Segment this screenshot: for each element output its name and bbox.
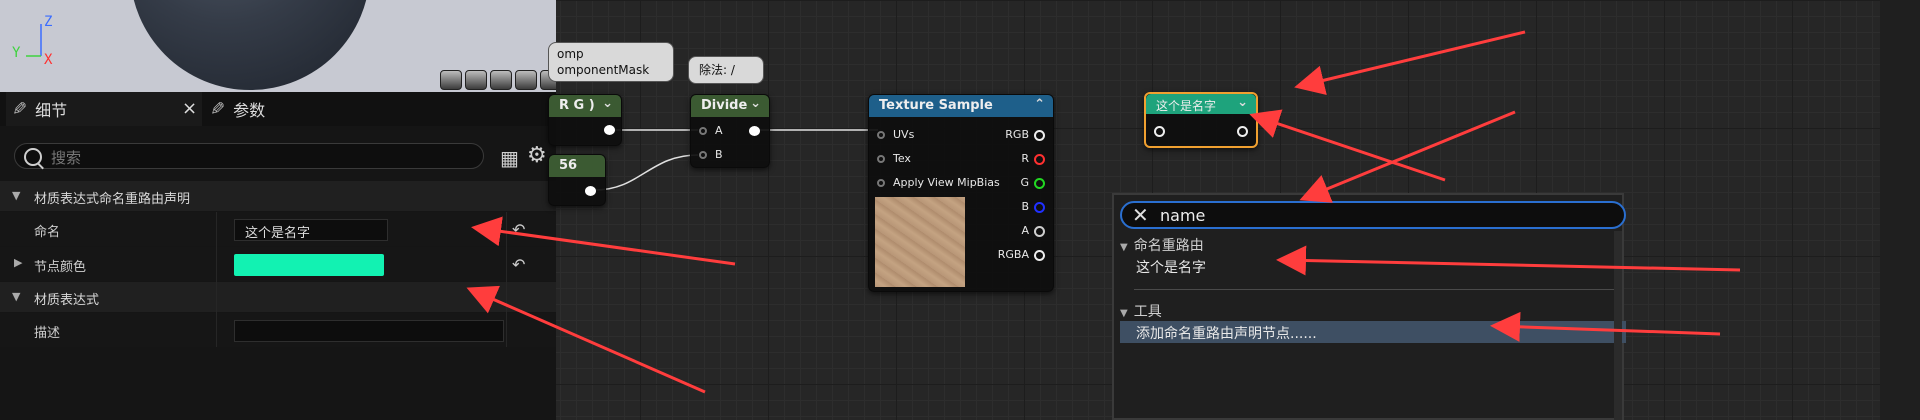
divide-node[interactable]: Divide ⌄ A B	[690, 94, 770, 168]
collapse-arrow-icon: ▼	[1120, 242, 1128, 253]
output-pin-g[interactable]	[1034, 178, 1045, 189]
pin-label: A	[715, 124, 723, 137]
comment-text: omp	[557, 47, 584, 61]
node-header: 56	[549, 155, 605, 177]
comment-text: omponentMask	[557, 63, 650, 77]
chevron-down-icon[interactable]: ⌄	[1237, 95, 1248, 110]
node-title: Texture Sample	[879, 98, 993, 113]
output-pin-r[interactable]	[1034, 154, 1045, 165]
output-pin-b[interactable]	[1034, 202, 1045, 213]
input-pin-mipbias[interactable]	[877, 179, 885, 187]
popup-scrollbar[interactable]	[1614, 231, 1622, 420]
texture-sample-node[interactable]: Texture Sample ⌃ UVs Tex Apply View MipB…	[868, 94, 1054, 292]
item-label: 这个是名字	[1136, 260, 1206, 276]
input-pin-a[interactable]	[699, 127, 707, 135]
pin-label: UVs	[893, 128, 915, 141]
collapse-arrow-icon: ▼	[1120, 308, 1128, 319]
popup-divider	[1134, 289, 1614, 290]
input-pin-b[interactable]	[699, 151, 707, 159]
output-pin[interactable]	[1237, 126, 1248, 137]
collapse-icon[interactable]: ⌃	[1034, 97, 1045, 112]
component-mask-comment[interactable]: omp omponentMask	[548, 42, 674, 82]
search-query-text: name	[1160, 206, 1206, 225]
input-pin-uvs[interactable]	[877, 131, 885, 139]
pin-label: Apply View MipBias	[893, 176, 1000, 189]
output-pin-rgba[interactable]	[1034, 250, 1045, 261]
node-title: Divide	[701, 98, 748, 113]
node-title: 这个是名字	[1156, 99, 1217, 113]
named-reroute-node[interactable]: 这个是名字 ⌄	[1144, 92, 1258, 148]
node-title: R G )	[559, 98, 595, 113]
node-header: 这个是名字 ⌄	[1146, 94, 1256, 114]
output-pin-rgb[interactable]	[1034, 130, 1045, 141]
node-header: Divide ⌄	[691, 95, 769, 117]
clear-search-icon[interactable]: ✕	[1132, 203, 1149, 227]
chevron-down-icon[interactable]: ⌄	[602, 96, 613, 111]
pin-label: G	[1020, 176, 1029, 189]
pin-label: Tex	[893, 152, 911, 165]
constant-node[interactable]: 56	[548, 154, 606, 206]
input-pin[interactable]	[1154, 126, 1165, 137]
popup-category-tools[interactable]: ▼ 工具	[1120, 301, 1162, 321]
texture-thumbnail	[875, 197, 965, 287]
pin-label: A	[1021, 224, 1029, 237]
node-search-popup: ✕ name ▼ 命名重路由 这个是名字 ▼ 工具 添加命名重路由声明节点.....…	[1112, 193, 1626, 420]
component-mask-node[interactable]: R G ) ⌄	[548, 94, 622, 146]
pin-label: RGB	[1005, 128, 1029, 141]
pin-label: B	[1021, 200, 1029, 213]
node-header: R G ) ⌄	[549, 95, 621, 117]
input-pin-tex[interactable]	[877, 155, 885, 163]
category-label: 工具	[1133, 304, 1162, 320]
popup-item-add-named-reroute[interactable]: 添加命名重路由声明节点......	[1120, 321, 1626, 343]
pin-label: B	[715, 148, 723, 161]
chevron-down-icon[interactable]: ⌄	[750, 96, 761, 111]
item-label: 添加命名重路由声明节点......	[1136, 326, 1317, 342]
category-label: 命名重路由	[1133, 238, 1204, 254]
divide-comment[interactable]: 除法: /	[688, 56, 764, 84]
node-search-input[interactable]: ✕ name	[1120, 201, 1626, 229]
popup-item-named-reroute[interactable]: 这个是名字	[1120, 255, 1626, 277]
node-title: 56	[559, 158, 578, 173]
popup-category-named-reroute[interactable]: ▼ 命名重路由	[1120, 235, 1204, 255]
output-pin[interactable]	[749, 126, 760, 136]
comment-text: 除法: /	[699, 63, 735, 77]
node-header: Texture Sample ⌃	[869, 95, 1053, 117]
output-pin-a[interactable]	[1034, 226, 1045, 237]
pin-label: R	[1021, 152, 1029, 165]
pin-label: RGBA	[997, 248, 1029, 261]
output-pin[interactable]	[604, 125, 615, 135]
output-pin[interactable]	[585, 186, 596, 196]
